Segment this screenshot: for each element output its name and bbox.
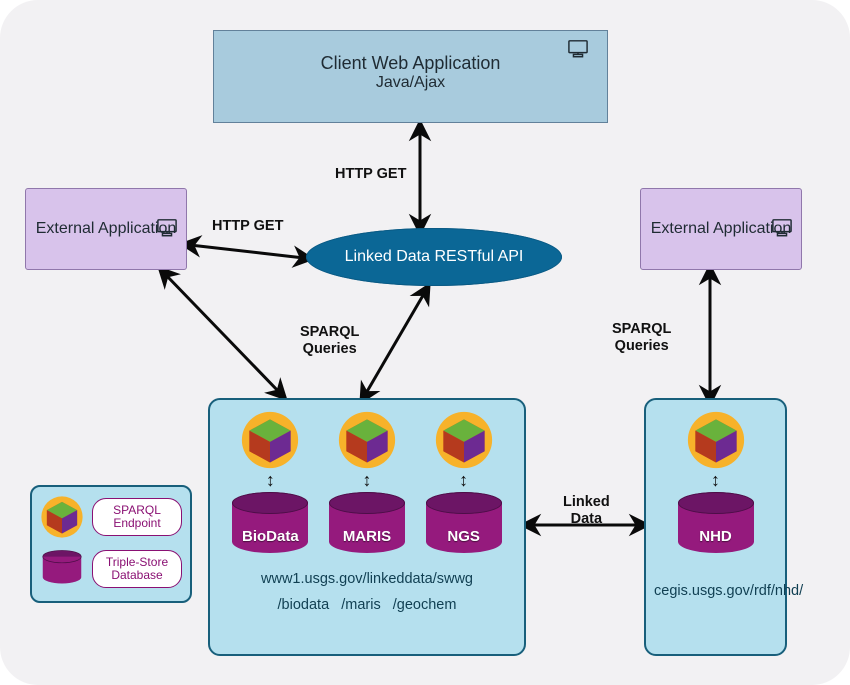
database-icon: NHD — [678, 492, 754, 562]
sparql-endpoint-icon — [434, 410, 494, 470]
sparql-endpoint-icon — [337, 410, 397, 470]
legend-row-sparql: SPARQL Endpoint — [40, 495, 182, 539]
datastore-box-left: ↕ BioData ↕ MARIS ↕ NGS — [208, 398, 526, 656]
computer-icon — [771, 194, 793, 214]
diagram-canvas: Client Web Application Java/Ajax Externa… — [0, 0, 850, 685]
datastore-left-url-top: www1.usgs.gov/linkeddata/swwg — [222, 570, 512, 590]
api-node: Linked Data RESTful API — [306, 228, 562, 286]
db-label-ngs: NGS — [426, 528, 502, 545]
edge-label-linked-data: Linked Data — [563, 494, 610, 529]
external-app-right: External Application — [640, 188, 802, 270]
api-label: Linked Data RESTful API — [345, 248, 524, 265]
computer-icon — [156, 194, 178, 214]
datastore-box-right: ↕ NHD cegis.usgs.gov/rdf/nhd/ — [644, 398, 787, 656]
computer-icon — [567, 39, 589, 59]
edge-label-sparql-right: SPARQL Queries — [612, 321, 671, 356]
endpoint-biodata: ↕ BioData — [225, 410, 315, 564]
db-label-nhd: NHD — [678, 528, 754, 545]
updown-arrow-icon: ↕ — [266, 471, 275, 489]
endpoint-maris: ↕ MARIS — [322, 410, 412, 564]
database-icon — [40, 547, 84, 591]
updown-arrow-icon: ↕ — [362, 471, 371, 489]
legend-box: SPARQL Endpoint Triple-Store Database — [30, 485, 192, 603]
edge-label-sparql-left: SPARQL Queries — [300, 324, 359, 359]
edge-label-http-top: HTTP GET — [335, 166, 406, 183]
updown-arrow-icon: ↕ — [459, 471, 468, 489]
db-label-biodata: BioData — [232, 528, 308, 545]
endpoint-nhd: ↕ NHD — [654, 410, 777, 564]
database-icon: NGS — [426, 492, 502, 562]
edge-label-http-left: HTTP GET — [212, 218, 283, 235]
sparql-endpoint-icon — [240, 410, 300, 470]
database-icon: BioData — [232, 492, 308, 562]
client-title: Client Web Application — [214, 53, 607, 74]
sparql-endpoint-icon — [40, 495, 84, 539]
client-subtitle: Java/Ajax — [214, 74, 607, 92]
endpoint-ngs: ↕ NGS — [419, 410, 509, 564]
legend-row-triple: Triple-Store Database — [40, 547, 182, 591]
datastore-right-url: cegis.usgs.gov/rdf/nhd/ — [654, 582, 777, 602]
external-app-left: External Application — [25, 188, 187, 270]
sparql-endpoint-icon — [686, 410, 746, 470]
database-icon: MARIS — [329, 492, 405, 562]
datastore-left-url-bottom: /biodata /maris /geochem — [222, 596, 512, 616]
db-label-maris: MARIS — [329, 528, 405, 545]
client-box: Client Web Application Java/Ajax — [213, 30, 608, 123]
legend-label-sparql: SPARQL Endpoint — [92, 498, 182, 536]
updown-arrow-icon: ↕ — [711, 471, 720, 489]
legend-label-triple: Triple-Store Database — [92, 550, 182, 588]
